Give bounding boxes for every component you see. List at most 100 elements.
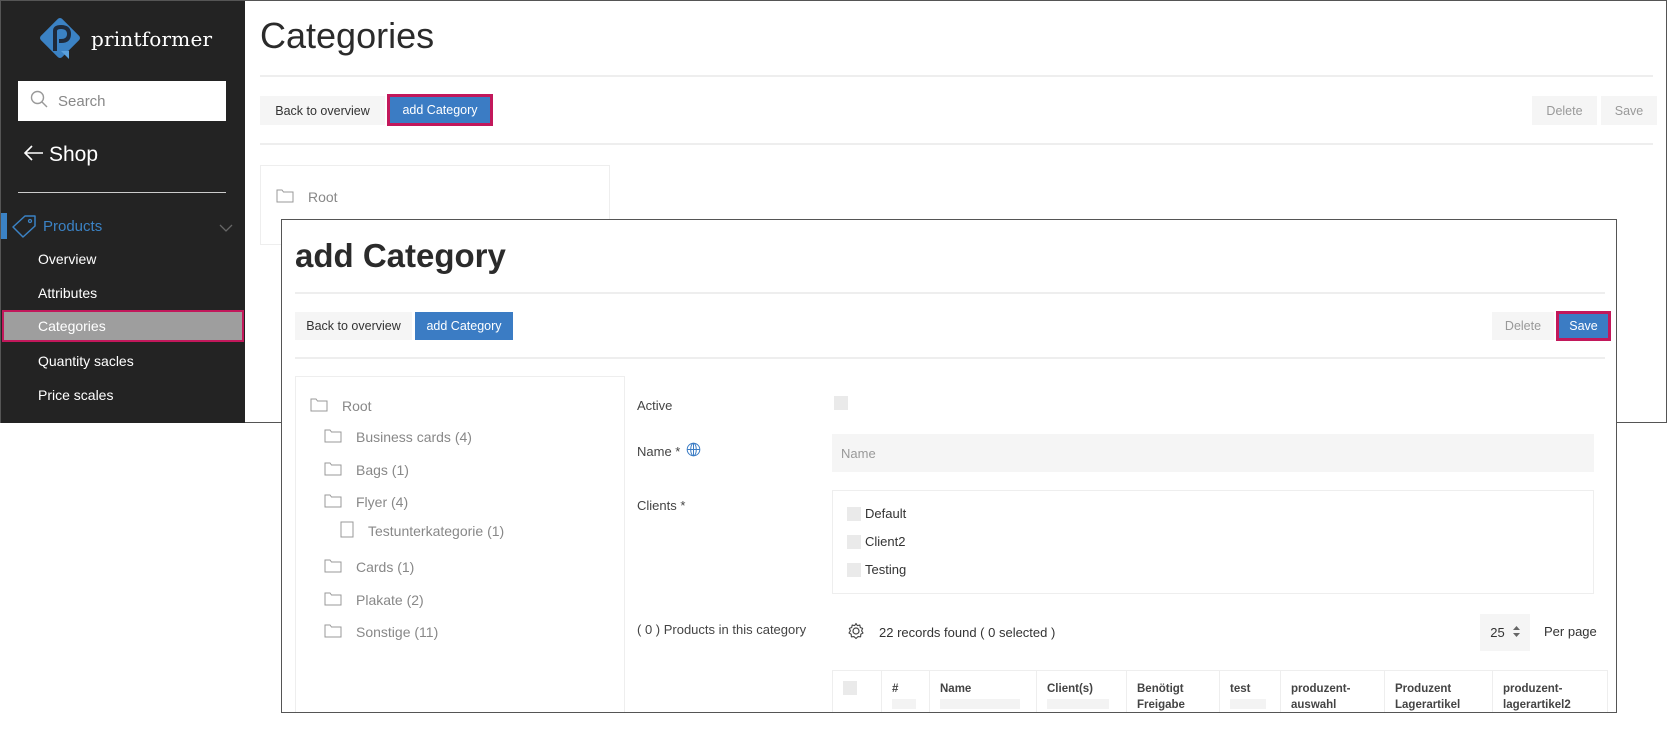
client-checkbox[interactable] — [847, 563, 861, 577]
per-page-select[interactable]: 25 — [1480, 614, 1530, 651]
delete-button[interactable]: Delete — [1532, 96, 1597, 125]
tree-item[interactable]: Cards (1) — [324, 558, 414, 576]
dialog-title: add Category — [295, 237, 506, 275]
products-count-label: ( 0 ) Products in this category — [637, 622, 806, 637]
column-header[interactable]: produzent-auswahl — [1281, 671, 1385, 714]
brand-logo: printformer — [39, 17, 212, 61]
sort-arrows-icon — [1513, 625, 1520, 640]
add-category-window: add Category Back to overview add Catego… — [281, 219, 1617, 713]
sidebar-item-quantity-scales[interactable]: Quantity sacles — [38, 353, 134, 369]
tree-item-label: Business cards (4) — [356, 429, 472, 445]
clients-label: Clients * — [637, 498, 685, 513]
column-header[interactable]: Client(s) — [1037, 671, 1127, 714]
products-label: Products — [43, 218, 102, 235]
per-page-label: Per page — [1544, 624, 1597, 639]
tree-item-label: Root — [308, 189, 338, 205]
back-to-overview-button[interactable]: Back to overview — [295, 312, 412, 340]
category-tree: Root Business cards (4) Bags (1) Flyer (… — [295, 376, 625, 713]
per-page-value: 25 — [1490, 625, 1504, 640]
client-label: Default — [865, 506, 906, 521]
shop-label: Shop — [49, 143, 98, 167]
select-all-checkbox[interactable] — [843, 681, 857, 695]
tree-item[interactable]: Plakate (2) — [324, 591, 424, 609]
save-button[interactable]: Save — [1556, 311, 1611, 341]
folder-icon — [324, 591, 342, 609]
tree-item[interactable]: Testunterkategorie (1) — [340, 521, 504, 541]
column-header[interactable]: Name — [930, 671, 1037, 714]
column-header[interactable]: Produzent Lagerartikel — [1385, 671, 1493, 714]
tree-item-root[interactable]: Root — [276, 188, 338, 206]
select-all-header[interactable] — [833, 671, 882, 714]
client-checkbox[interactable] — [847, 507, 861, 521]
folder-icon — [324, 623, 342, 641]
tree-item[interactable]: Bags (1) — [324, 461, 409, 479]
add-category-button[interactable]: add Category — [387, 94, 493, 126]
printformer-logo-icon — [39, 17, 83, 61]
folder-icon — [324, 558, 342, 576]
tree-item[interactable]: Sonstige (11) — [324, 623, 438, 641]
delete-button[interactable]: Delete — [1492, 312, 1554, 340]
client-option[interactable]: Testing — [847, 562, 906, 577]
divider — [260, 143, 1653, 145]
table-header-row: # Name Client(s) Benötigt Freigabe test … — [833, 671, 1608, 714]
add-category-button[interactable]: add Category — [415, 312, 513, 340]
save-button[interactable]: Save — [1601, 96, 1657, 125]
tree-item[interactable]: Flyer (4) — [324, 493, 408, 511]
sidebar-item-overview[interactable]: Overview — [38, 251, 96, 267]
records-summary: 22 records found ( 0 selected ) — [847, 622, 1055, 643]
sidebar-item-price-scales[interactable]: Price scales — [38, 387, 113, 403]
sidebar-search[interactable] — [18, 81, 226, 121]
brand-name: printformer — [91, 27, 212, 51]
divider — [295, 292, 1605, 294]
back-to-overview-button[interactable]: Back to overview — [260, 96, 385, 125]
client-option[interactable]: Default — [847, 506, 906, 521]
folder-icon — [324, 493, 342, 511]
search-icon — [30, 90, 48, 113]
column-header[interactable]: test — [1220, 671, 1281, 714]
active-checkbox[interactable] — [834, 396, 848, 410]
search-input[interactable] — [58, 93, 208, 110]
folder-icon — [310, 397, 328, 415]
tree-item-label: Root — [342, 398, 372, 414]
sidebar: printformer Shop Products Overview — [1, 1, 245, 423]
tree-item-label: Bags (1) — [356, 462, 409, 478]
tag-icon — [11, 214, 37, 243]
chevron-down-icon[interactable] — [219, 220, 233, 238]
tree-item-label: Cards (1) — [356, 559, 414, 575]
name-input[interactable] — [832, 434, 1594, 472]
column-header[interactable]: # — [882, 671, 930, 714]
page-title: Categories — [260, 15, 434, 57]
tree-item[interactable]: Business cards (4) — [324, 428, 472, 446]
arrow-left-icon — [23, 143, 45, 167]
client-label: Client2 — [865, 534, 905, 549]
tree-item[interactable]: Root — [310, 397, 372, 415]
folder-icon — [324, 428, 342, 446]
gear-icon[interactable] — [847, 622, 865, 643]
name-label-text: Name * — [637, 444, 680, 459]
folder-icon — [324, 461, 342, 479]
globe-icon[interactable] — [686, 442, 701, 460]
column-header[interactable]: Benötigt Freigabe — [1127, 671, 1220, 714]
client-checkbox[interactable] — [847, 535, 861, 549]
tree-item-label: Flyer (4) — [356, 494, 408, 510]
active-label: Active — [637, 398, 672, 413]
folder-icon — [276, 188, 294, 206]
back-to-shop-link[interactable]: Shop — [23, 143, 98, 167]
clients-list: Default Client2 Testing — [832, 490, 1594, 594]
client-option[interactable]: Client2 — [847, 534, 905, 549]
tree-item-label: Testunterkategorie (1) — [368, 523, 504, 539]
sidebar-divider — [18, 192, 226, 193]
name-label: Name * — [637, 442, 701, 460]
products-table: # Name Client(s) Benötigt Freigabe test … — [832, 670, 1608, 713]
client-label: Testing — [865, 562, 906, 577]
column-header[interactable]: produzent-lagerartikel2 — [1493, 671, 1608, 714]
records-text: 22 records found ( 0 selected ) — [879, 625, 1055, 640]
tree-item-label: Plakate (2) — [356, 592, 424, 608]
divider — [260, 75, 1653, 77]
sidebar-section-products[interactable]: Products — [1, 213, 245, 239]
active-indicator — [1, 213, 7, 239]
tree-item-label: Sonstige (11) — [356, 624, 438, 640]
sidebar-item-attributes[interactable]: Attributes — [38, 285, 97, 301]
sidebar-item-categories[interactable]: Categories — [2, 310, 244, 342]
file-icon — [340, 521, 354, 541]
